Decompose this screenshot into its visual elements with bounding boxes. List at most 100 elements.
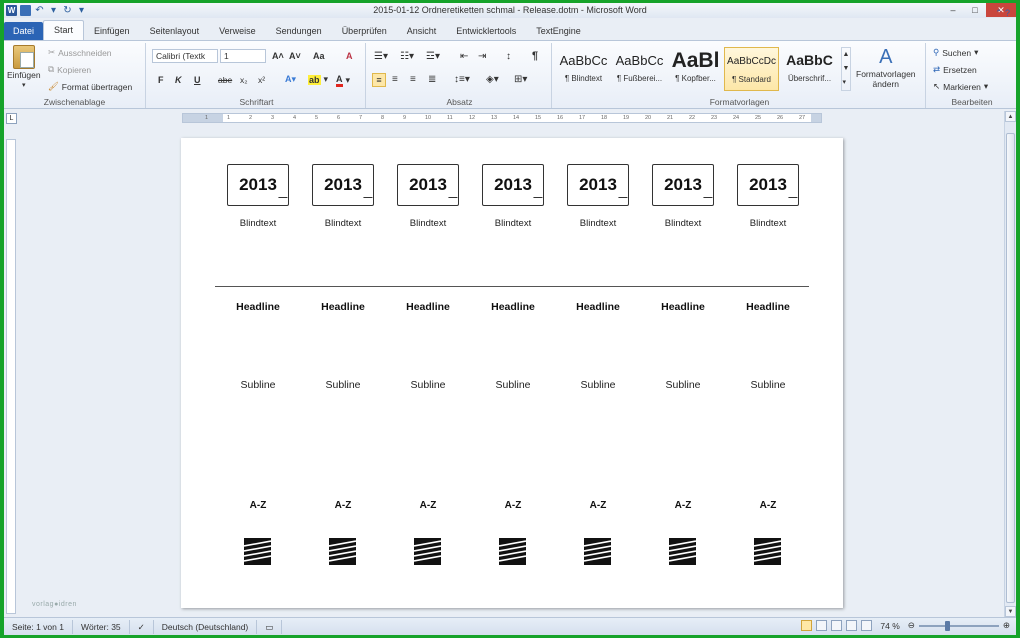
blindtext[interactable]: Blindtext (652, 218, 714, 229)
tab-verweise[interactable]: Verweise (209, 22, 266, 40)
blindtext[interactable]: Blindtext (227, 218, 289, 229)
a-z-label[interactable]: A-Z (482, 500, 544, 511)
align-left-icon[interactable]: ≡ (372, 73, 386, 87)
headline[interactable]: Headline (482, 301, 544, 313)
scroll-thumb[interactable] (1006, 133, 1015, 603)
strikethrough-button[interactable]: abe (218, 75, 232, 85)
headline[interactable]: Headline (737, 301, 799, 313)
blindtext[interactable]: Blindtext (482, 218, 544, 229)
borders-icon[interactable]: ⊞▾ (514, 74, 527, 85)
align-right-icon[interactable]: ≡ (410, 74, 416, 85)
numbering-icon[interactable]: ☷▾ (400, 51, 414, 62)
font-family-select[interactable]: Calibri (Textk (152, 49, 218, 63)
blindtext[interactable]: Blindtext (312, 218, 374, 229)
font-color-icon[interactable]: A ▾ (336, 74, 350, 87)
tab-seitenlayout[interactable]: Seitenlayout (140, 22, 210, 40)
outline-view-icon[interactable] (846, 620, 858, 631)
blindtext[interactable]: Blindtext (397, 218, 459, 229)
subline[interactable]: Subline (397, 379, 459, 391)
tab-einfügen[interactable]: Einfügen (84, 22, 140, 40)
text-effects-icon[interactable]: A▾ (285, 74, 296, 85)
vertical-scrollbar[interactable]: ▲ ▼ (1004, 111, 1016, 617)
document-page[interactable]: 2013 Blindtext Headline Subline A-Z 2013 Blind… (181, 138, 843, 608)
pilcrow-icon[interactable]: ¶ (532, 50, 538, 62)
tab-entwicklertools[interactable]: Entwicklertools (446, 22, 526, 40)
increase-indent-icon[interactable]: ⇥ (478, 51, 486, 62)
horizontal-ruler[interactable]: 1 1 2 3 4 5 6 7 8 9 10 11 12 13 14 15 16 17 18 19 20 21 22 23 24… (182, 113, 822, 123)
zoom-slider-knob[interactable] (945, 620, 951, 631)
a-z-label[interactable]: A-Z (652, 500, 714, 511)
macro-record-icon[interactable]: ▭ (257, 619, 283, 634)
headline[interactable]: Headline (567, 301, 629, 313)
year-tab[interactable]: 2013 (227, 164, 289, 206)
zoom-in-icon[interactable]: ⊕ (1003, 620, 1010, 631)
bullets-icon[interactable]: ☰▾ (374, 51, 388, 62)
language-indicator[interactable]: Deutsch (Deutschland) (154, 619, 258, 634)
full-screen-view-icon[interactable] (816, 620, 828, 631)
italic-button[interactable]: K (175, 75, 182, 85)
subline[interactable]: Subline (567, 379, 629, 391)
blindtext[interactable]: Blindtext (567, 218, 629, 229)
headline[interactable]: Headline (312, 301, 374, 313)
superscript-button[interactable]: x² (258, 75, 265, 85)
select-button[interactable]: ↖ Markieren ▾ (933, 81, 988, 92)
font-size-select[interactable]: 1 (220, 49, 266, 63)
subline[interactable]: Subline (652, 379, 714, 391)
word-count[interactable]: Wörter: 35 (73, 619, 130, 634)
page-count[interactable]: Seite: 1 von 1 (4, 619, 73, 634)
headline[interactable]: Headline (652, 301, 714, 313)
style-blindtext[interactable]: AaBbCc ¶ Blindtext (556, 47, 611, 91)
styles-scroll-icon[interactable]: ▲ ▼ ▾ (841, 47, 851, 91)
zoom-slider[interactable] (918, 620, 999, 631)
tab-selector[interactable]: L (6, 113, 17, 124)
a-z-label[interactable]: A-Z (567, 500, 629, 511)
year-tab[interactable]: 2013 (567, 164, 629, 206)
blindtext[interactable]: Blindtext (737, 218, 799, 229)
paste-button[interactable]: Einfügen ▾ (7, 45, 41, 89)
help-icon[interactable]: ⌃ ? (995, 8, 1010, 19)
line-spacing-icon[interactable]: ↕≡▾ (454, 74, 470, 85)
tab-ansicht[interactable]: Ansicht (397, 22, 447, 40)
proofing-icon[interactable]: ✓ (130, 619, 154, 634)
bold-button[interactable]: F (158, 75, 164, 85)
zoom-level[interactable]: 74 % (880, 621, 899, 631)
find-button[interactable]: ⚲ Suchen ▾ (933, 47, 978, 58)
multilevel-list-icon[interactable]: ☲▾ (426, 51, 440, 62)
style-kopfbereich[interactable]: AaBl ¶ Kopfber... (668, 47, 723, 91)
scroll-up-icon[interactable]: ▲ (1005, 111, 1016, 122)
print-layout-view-icon[interactable] (801, 620, 813, 631)
year-tab[interactable]: 2013 (737, 164, 799, 206)
justify-icon[interactable]: ≣ (428, 74, 436, 85)
maximize-button[interactable]: □ (964, 3, 986, 17)
subline[interactable]: Subline (737, 379, 799, 391)
shading-icon[interactable]: ◈▾ (486, 74, 499, 85)
year-tab[interactable]: 2013 (652, 164, 714, 206)
subline[interactable]: Subline (227, 379, 289, 391)
replace-button[interactable]: ⇄ Ersetzen (933, 64, 977, 75)
tab-überprüfen[interactable]: Überprüfen (332, 22, 397, 40)
web-layout-view-icon[interactable] (831, 620, 843, 631)
shrink-font-button[interactable]: A˅ (289, 51, 301, 61)
align-center-icon[interactable]: ≡ (392, 74, 398, 85)
subscript-button[interactable]: x₂ (240, 75, 248, 85)
minimize-button[interactable]: – (942, 3, 964, 17)
a-z-label[interactable]: A-Z (312, 500, 374, 511)
headline[interactable]: Headline (227, 301, 289, 313)
style-standard[interactable]: AaBbCcDc ¶ Standard (724, 47, 779, 91)
style-fussbereich[interactable]: AaBbCc ¶ Fußberei... (612, 47, 667, 91)
tab-start[interactable]: Start (43, 20, 85, 40)
draft-view-icon[interactable] (861, 620, 873, 631)
vertical-ruler[interactable] (6, 139, 16, 614)
clear-format-icon[interactable]: A (346, 51, 353, 61)
underline-button[interactable]: U (194, 75, 201, 85)
tab-textengine[interactable]: TextEngine (526, 22, 591, 40)
headline[interactable]: Headline (397, 301, 459, 313)
year-tab[interactable]: 2013 (312, 164, 374, 206)
a-z-label[interactable]: A-Z (227, 500, 289, 511)
a-z-label[interactable]: A-Z (397, 500, 459, 511)
tab-datei[interactable]: Datei (4, 22, 44, 40)
subline[interactable]: Subline (312, 379, 374, 391)
sort-icon[interactable]: ↕ (506, 51, 511, 62)
decrease-indent-icon[interactable]: ⇤ (460, 51, 468, 62)
copy-button[interactable]: ⧉ Kopieren (48, 64, 91, 75)
